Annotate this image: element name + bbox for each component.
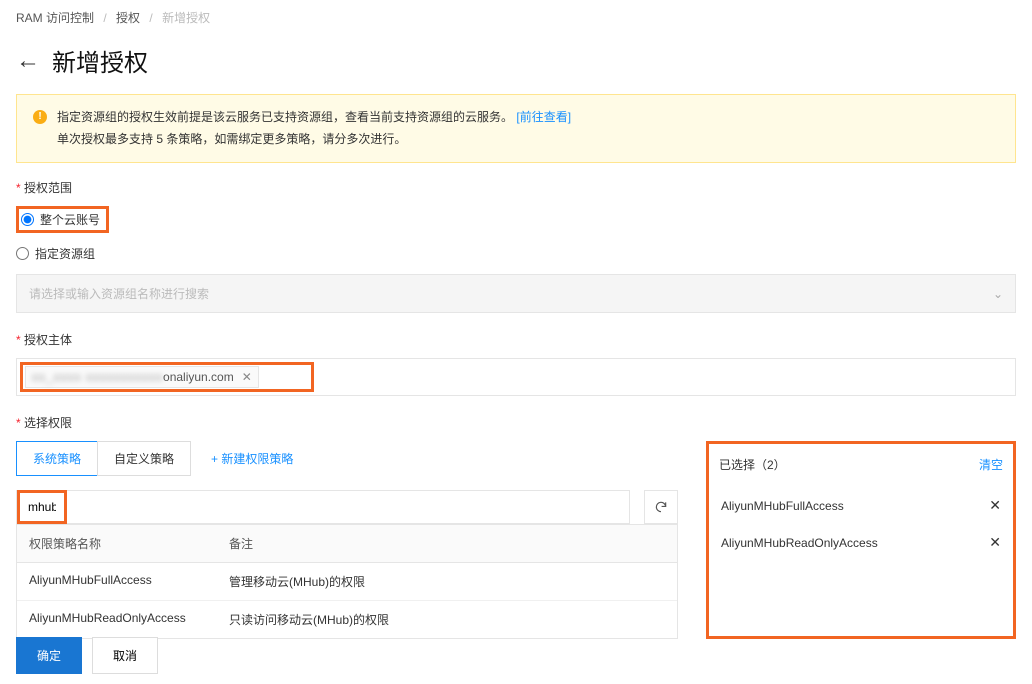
- highlight-box: 整个云账号: [16, 206, 109, 233]
- radio-label: 指定资源组: [35, 245, 95, 262]
- selected-item-name: AliyunMHubFullAccess: [721, 499, 844, 513]
- search-input-value[interactable]: [20, 493, 64, 521]
- selected-item-name: AliyunMHubReadOnlyAccess: [721, 536, 878, 550]
- policy-table: 权限策略名称 备注 AliyunMHubFullAccess 管理移动云(MHu…: [16, 524, 678, 639]
- info-link[interactable]: [前往查看]: [516, 110, 571, 124]
- selected-heading: 已选择（2）: [719, 456, 786, 473]
- breadcrumb-item[interactable]: RAM 访问控制: [16, 11, 94, 25]
- close-icon[interactable]: ✕: [989, 497, 1001, 514]
- selected-item: AliyunMHubFullAccess ✕: [719, 487, 1003, 524]
- col-header-name: 权限策略名称: [29, 535, 229, 552]
- page-title: 新增授权: [52, 43, 148, 78]
- policy-label: 选择权限: [16, 414, 1016, 431]
- policy-tabs: 系统策略 自定义策略 + 新建权限策略: [16, 441, 678, 476]
- principal-label: 授权主体: [16, 331, 1016, 348]
- scope-label: 授权范围: [16, 179, 1016, 196]
- info-text: 单次授权最多支持 5 条策略，如需绑定更多策略，请分多次进行。: [57, 132, 406, 146]
- cancel-button[interactable]: 取消: [92, 637, 158, 674]
- close-icon[interactable]: ✕: [989, 534, 1001, 551]
- select-placeholder: 请选择或输入资源组名称进行搜索: [29, 285, 209, 302]
- ok-button[interactable]: 确定: [16, 637, 82, 674]
- breadcrumb-item[interactable]: 授权: [116, 11, 140, 25]
- policy-search-input[interactable]: [16, 490, 630, 524]
- highlight-box: [17, 490, 67, 524]
- table-row[interactable]: AliyunMHubFullAccess 管理移动云(MHub)的权限: [17, 563, 677, 601]
- breadcrumb-current: 新增授权: [162, 11, 210, 25]
- highlight-box: xx_xxxx xxxxxxxxxxx onaliyun.com ✕: [20, 362, 314, 392]
- info-icon: !: [33, 110, 47, 124]
- selected-item: AliyunMHubReadOnlyAccess ✕: [719, 524, 1003, 561]
- cell-remark: 只读访问移动云(MHub)的权限: [229, 611, 665, 628]
- info-banner: ! 指定资源组的授权生效前提是该云服务已支持资源组，查看当前支持资源组的云服务。…: [16, 94, 1016, 163]
- breadcrumb: RAM 访问控制 / 授权 / 新增授权: [0, 0, 1032, 35]
- cell-name: AliyunMHubFullAccess: [29, 573, 229, 590]
- page-header: ← 新增授权: [0, 35, 1032, 94]
- selected-panel: 已选择（2） 清空 AliyunMHubFullAccess ✕ AliyunM…: [706, 441, 1016, 639]
- radio-label: 整个云账号: [40, 211, 100, 228]
- refresh-button[interactable]: [644, 490, 678, 524]
- col-header-remark: 备注: [229, 535, 665, 552]
- tab-custom-policy[interactable]: 自定义策略: [97, 441, 191, 476]
- refresh-icon: [654, 500, 668, 514]
- resource-group-select[interactable]: 请选择或输入资源组名称进行搜索 ⌄: [16, 274, 1016, 313]
- radio-whole-account[interactable]: [21, 213, 34, 226]
- principal-input[interactable]: xx_xxxx xxxxxxxxxxx onaliyun.com ✕: [16, 358, 1016, 396]
- close-icon[interactable]: ✕: [242, 370, 252, 384]
- radio-resource-group[interactable]: [16, 247, 29, 260]
- clear-button[interactable]: 清空: [979, 456, 1003, 473]
- back-arrow-icon[interactable]: ←: [16, 47, 40, 75]
- tab-system-policy[interactable]: 系统策略: [16, 441, 98, 476]
- new-policy-link[interactable]: + 新建权限策略: [211, 450, 293, 467]
- principal-value-masked: xx_xxxx xxxxxxxxxxx: [32, 370, 163, 384]
- cell-remark: 管理移动云(MHub)的权限: [229, 573, 665, 590]
- cell-name: AliyunMHubReadOnlyAccess: [29, 611, 229, 628]
- footer-actions: 确定 取消: [16, 637, 158, 674]
- table-row[interactable]: AliyunMHubReadOnlyAccess 只读访问移动云(MHub)的权…: [17, 601, 677, 638]
- chevron-down-icon: ⌄: [993, 287, 1003, 301]
- info-text: 指定资源组的授权生效前提是该云服务已支持资源组，查看当前支持资源组的云服务。: [57, 110, 513, 124]
- principal-tag: xx_xxxx xxxxxxxxxxx onaliyun.com ✕: [25, 366, 259, 388]
- principal-value-suffix: onaliyun.com: [163, 370, 234, 384]
